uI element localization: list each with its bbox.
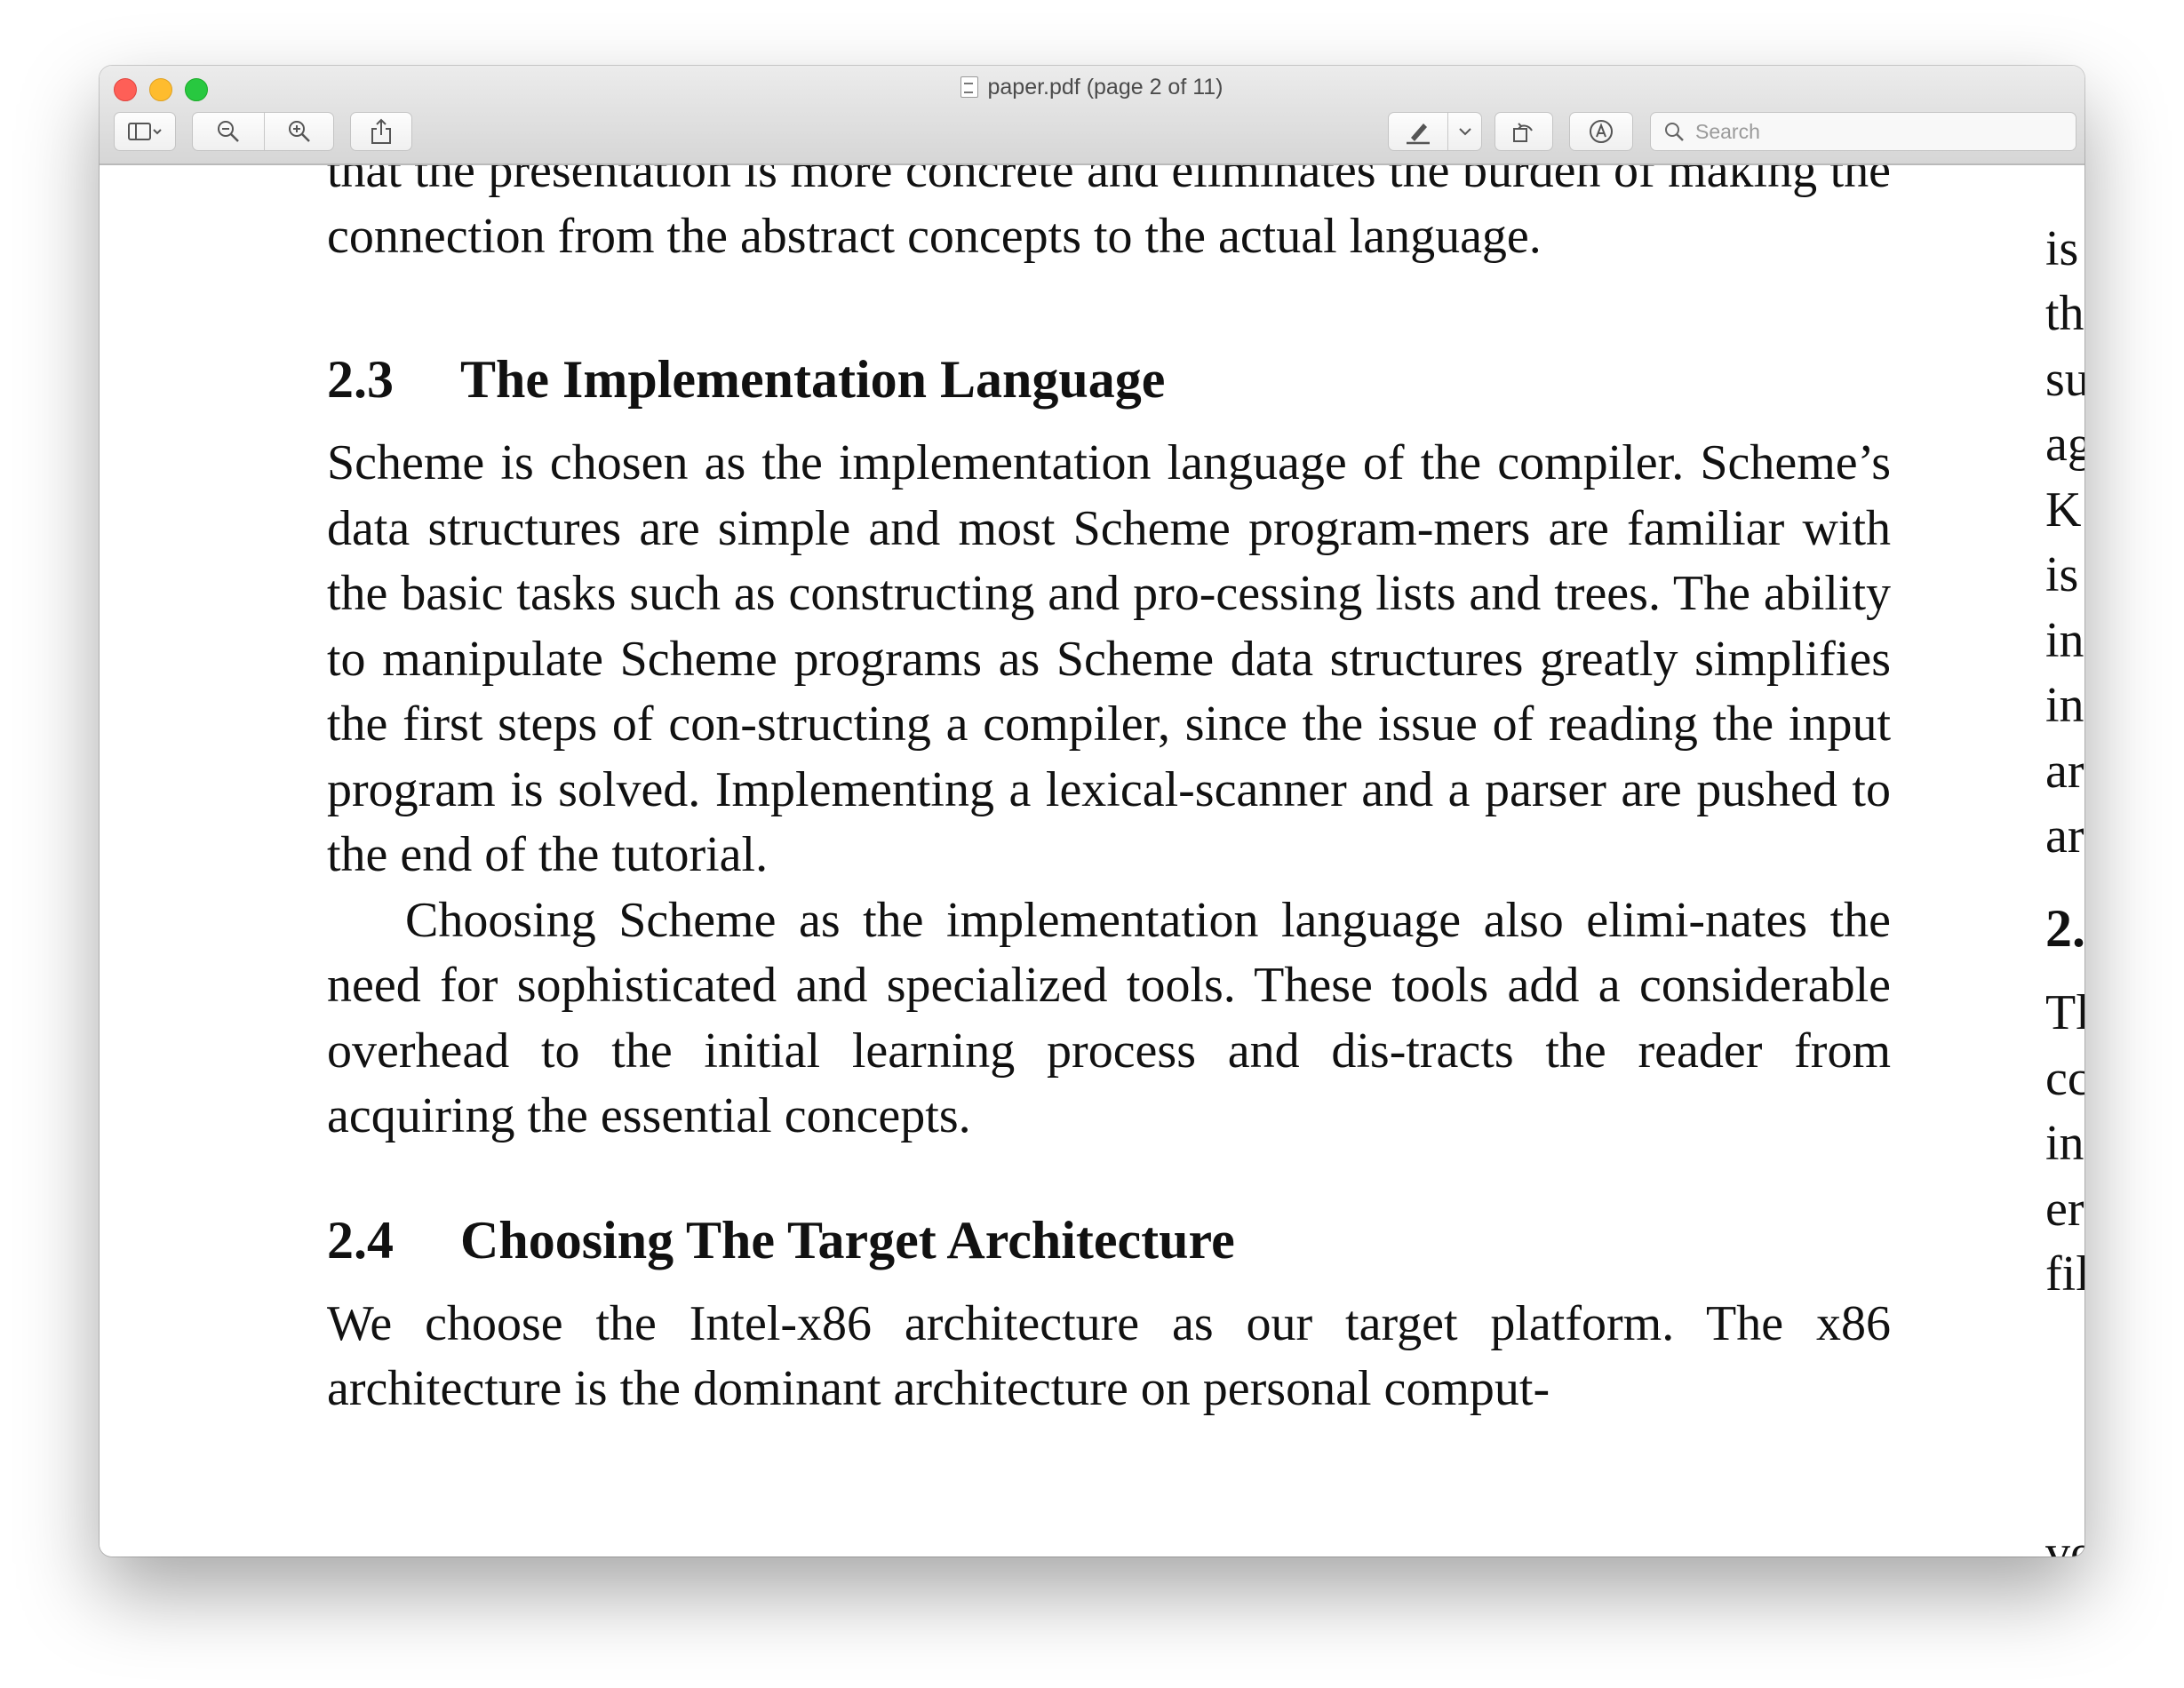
fragment: er xyxy=(2045,1182,2084,1237)
paragraph-choosing-scheme: Choosing Scheme as the implementation la… xyxy=(327,892,1891,1144)
share-button[interactable] xyxy=(350,112,412,151)
fragment: in xyxy=(2045,678,2084,733)
fragment-heading: 2. xyxy=(2045,899,2084,958)
section-heading-2-4: 2.4 Choosing The Target Architecture xyxy=(327,1205,1891,1276)
pdf-page: that the presentation is more concrete a… xyxy=(327,165,1891,1422)
text-line: that the presentation is more concrete a… xyxy=(327,165,1601,198)
zoom-in-icon xyxy=(289,121,310,142)
fragment: in xyxy=(2045,613,2084,668)
window-title: paper.pdf (page 2 of 11) xyxy=(100,73,2084,101)
fragment: su xyxy=(2045,352,2084,407)
zoom-out-button[interactable] xyxy=(193,113,264,150)
fragment: in xyxy=(2045,1116,2084,1171)
search-input[interactable] xyxy=(1694,118,2070,145)
share-icon xyxy=(371,118,391,144)
fragment: fil xyxy=(2045,1246,2084,1302)
sidebar-icon xyxy=(128,123,162,140)
section-number: 2.4 xyxy=(327,1210,394,1270)
pen-icon xyxy=(1407,123,1430,145)
zoom-segment xyxy=(192,112,334,151)
zoom-out-icon xyxy=(218,121,239,142)
search-icon xyxy=(1665,123,1684,141)
markup-segment xyxy=(1388,112,1482,151)
search-field[interactable] xyxy=(1650,112,2076,151)
paragraph-implementation-language: Scheme is chosen as the implementation l… xyxy=(327,435,1891,882)
fragment: ve xyxy=(2045,1525,2084,1557)
markup-dropdown-button[interactable] xyxy=(1447,113,1483,150)
fragment: is xyxy=(2045,221,2079,276)
fragment: ar xyxy=(2045,744,2084,799)
pdf-document-icon xyxy=(960,76,979,98)
rotate-button[interactable] xyxy=(1495,112,1553,151)
section-number: 2.3 xyxy=(327,350,394,409)
document-view[interactable]: that the presentation is more concrete a… xyxy=(100,165,2084,1557)
section-title: Choosing The Target Architecture xyxy=(460,1210,1235,1270)
markup-pen-button[interactable] xyxy=(1389,113,1447,150)
sidebar-toggle-button[interactable] xyxy=(114,112,176,151)
markup-toolbar-icon xyxy=(1590,120,1613,143)
section-title: The Implementation Language xyxy=(460,350,1166,409)
paragraph-top: that the presentation is more concrete a… xyxy=(327,165,1891,269)
section-heading-2-3: 2.3 The Implementation Language xyxy=(327,344,1891,415)
fragment: th xyxy=(2045,286,2084,341)
fragment: is xyxy=(2045,547,2079,602)
fragment: ar xyxy=(2045,808,2084,864)
paragraph-target-architecture: We choose the Intel-x86 architecture as … xyxy=(327,1295,1891,1417)
zoom-in-button[interactable] xyxy=(264,113,335,150)
annotate-button[interactable] xyxy=(1569,112,1633,151)
fragment: cc xyxy=(2045,1051,2084,1106)
window-title-text: paper.pdf (page 2 of 11) xyxy=(987,75,1224,100)
preview-window: paper.pdf (page 2 of 11) Search that the… xyxy=(100,66,2084,1557)
title-bar: paper.pdf (page 2 of 11) xyxy=(100,66,2084,165)
chevron-down-icon xyxy=(1459,128,1471,136)
fragment: ag xyxy=(2045,417,2084,472)
fragment: Tl xyxy=(2045,985,2084,1040)
fragment: K xyxy=(2045,482,2082,537)
rotate-icon xyxy=(1513,123,1533,142)
